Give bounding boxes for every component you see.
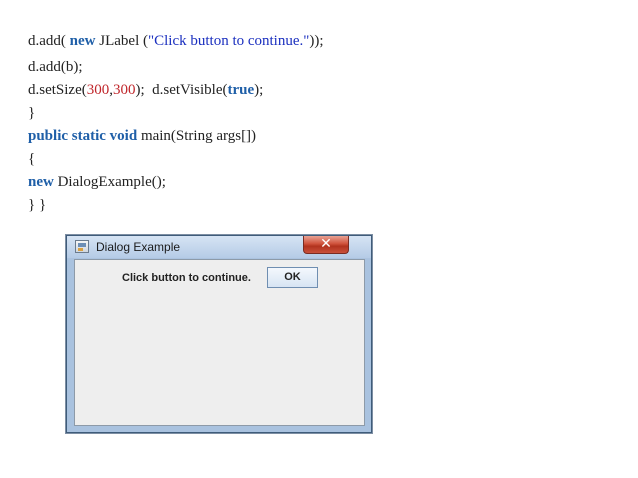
close-icon: ✕	[320, 236, 332, 252]
code-line-6: {	[28, 151, 36, 167]
java-app-icon	[75, 240, 89, 253]
code-line-2: d.add(b);	[28, 59, 83, 75]
dialog-titlebar[interactable]: Dialog Example ✕	[67, 236, 371, 258]
code-line-4: }	[28, 105, 36, 121]
code-line-3: d.setSize(300,300); d.setVisible(true);	[28, 82, 264, 98]
continue-label: Click button to continue.	[122, 272, 251, 284]
code-line-7: new DialogExample();	[28, 174, 166, 190]
ok-button[interactable]: OK	[267, 267, 318, 288]
close-button[interactable]: ✕	[303, 236, 349, 254]
code-line-1: d.add( new JLabel ("Click button to cont…	[28, 33, 324, 49]
code-line-8: } }	[28, 197, 47, 213]
dialog-title: Dialog Example	[96, 240, 181, 254]
code-line-5: public static void main(String args[])	[28, 128, 257, 144]
dialog-window: Dialog Example ✕ Click button to continu…	[66, 235, 372, 433]
code-snippet: d.add( new JLabel ("Click button to cont…	[28, 30, 324, 217]
dialog-content: Click button to continue. OK	[74, 259, 365, 426]
